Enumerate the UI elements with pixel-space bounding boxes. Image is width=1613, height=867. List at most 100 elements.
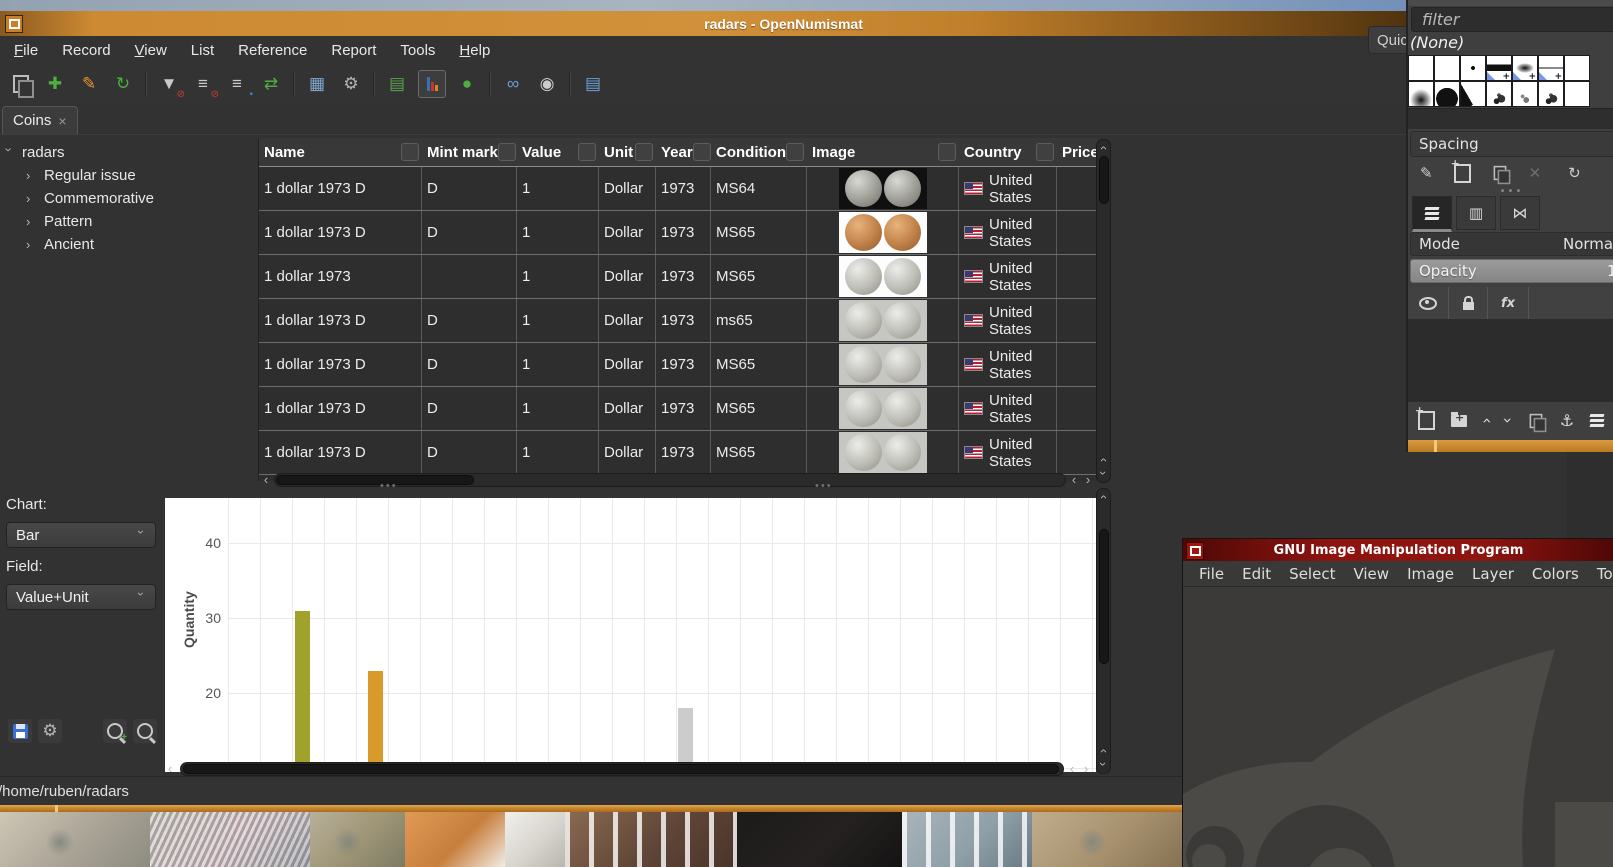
scroll-left-icon[interactable]: ‹ xyxy=(260,474,272,486)
chart-vscrollbar[interactable]: › › › xyxy=(1096,488,1111,774)
column-filter-button[interactable] xyxy=(401,143,419,161)
lock-column-header[interactable] xyxy=(1449,287,1488,320)
add-coin-icon[interactable]: ✚ xyxy=(42,71,68,97)
scroll-left-icon[interactable]: ‹ xyxy=(164,763,176,775)
tab-coins[interactable]: Coins × xyxy=(2,106,78,134)
save-chart-button[interactable] xyxy=(8,719,32,743)
gimp-menu-colors[interactable]: Colors xyxy=(1526,563,1585,585)
undo-icon[interactable]: ↻ xyxy=(110,71,136,97)
scroll-right-icon[interactable]: › xyxy=(1082,474,1094,486)
brush-blank[interactable] xyxy=(1408,55,1434,81)
brush-splatter-light[interactable] xyxy=(1512,81,1538,107)
chart-field-select[interactable]: Value+Unit › xyxy=(6,584,156,610)
tab-close-icon[interactable]: × xyxy=(58,113,66,129)
table-row[interactable]: 1 dollar 1973 DD1Dollar1973MS65United St… xyxy=(259,211,1097,255)
table-row[interactable]: 1 dollar 1973 DD1Dollar1973ms65United St… xyxy=(259,299,1097,343)
duplicate-brush-icon[interactable] xyxy=(1493,166,1506,180)
shuffle-icon[interactable]: ⇄ xyxy=(258,71,284,97)
table-view-icon[interactable]: ▤ xyxy=(384,71,410,97)
gimp-canvas[interactable] xyxy=(1183,587,1613,867)
scroll-down-icon[interactable]: › xyxy=(1097,758,1109,770)
scroll-left-icon[interactable]: ‹ xyxy=(1068,474,1080,486)
column-header-unit[interactable]: Unit xyxy=(599,138,656,166)
column-filter-button[interactable] xyxy=(498,143,516,161)
delete-brush-icon[interactable]: ✕ xyxy=(1529,164,1542,182)
scroll-up-icon[interactable]: › xyxy=(1097,491,1109,503)
duplicate-layer-icon[interactable] xyxy=(1529,413,1542,427)
chevron-collapsed-icon[interactable]: › xyxy=(26,237,36,252)
open-collection-icon[interactable] xyxy=(8,71,34,97)
table-row[interactable]: 1 dollar 1973 DD1Dollar1973MS65United St… xyxy=(259,387,1097,431)
effects-column-header[interactable]: fx xyxy=(1488,287,1529,320)
column-header-mint-mark[interactable]: Mint mark xyxy=(422,138,517,166)
visibility-column-header[interactable] xyxy=(1408,287,1449,320)
gimp-menu-view[interactable]: View xyxy=(1347,563,1395,585)
chart-settings-button[interactable]: ⚙ xyxy=(38,719,62,743)
column-header-image[interactable]: Image xyxy=(807,138,959,166)
refresh-brushes-icon[interactable]: ↻ xyxy=(1568,164,1581,182)
zoom-out-button[interactable] xyxy=(133,719,157,743)
statistics-chart-icon[interactable] xyxy=(418,70,446,98)
brush-block[interactable]: + xyxy=(1486,55,1512,81)
anchor-layer-icon[interactable]: ⚓ xyxy=(1560,411,1574,430)
gimp-menu-edit[interactable]: Edit xyxy=(1236,563,1277,585)
table-row[interactable]: 1 dollar 1973 DD1Dollar1973MS64United St… xyxy=(259,167,1097,211)
chevron-collapsed-icon[interactable]: › xyxy=(26,214,36,229)
column-filter-button[interactable] xyxy=(693,143,711,161)
tab-paths[interactable]: ⋈ xyxy=(1500,196,1540,230)
gimp-menu-file[interactable]: File xyxy=(1193,563,1230,585)
brush-pixel[interactable] xyxy=(1460,55,1486,81)
table-vscrollbar[interactable]: › › › xyxy=(1096,139,1111,483)
scroll-up-icon[interactable]: › xyxy=(1097,454,1109,466)
summary-icon[interactable]: ▤ xyxy=(580,71,606,97)
column-header-name[interactable]: Name xyxy=(259,138,422,166)
table-hscroll-thumb[interactable] xyxy=(276,475,474,485)
menu-reference[interactable]: Reference xyxy=(228,39,317,62)
column-header-value[interactable]: Value xyxy=(517,138,599,166)
tree-item-regular-issue[interactable]: ›Regular issue xyxy=(4,164,254,187)
brush-clip[interactable] xyxy=(1564,55,1590,81)
column-filter-button[interactable] xyxy=(786,143,804,161)
column-filter-button[interactable] xyxy=(578,143,596,161)
brush-splatter-2[interactable] xyxy=(1538,81,1564,107)
new-brush-icon[interactable] xyxy=(1454,164,1471,183)
save-list-icon[interactable]: ≡▪ xyxy=(224,71,250,97)
tree-item-commemorative[interactable]: ›Commemorative xyxy=(4,187,254,210)
brush-soft-blob[interactable] xyxy=(1408,81,1434,107)
table-vscroll-thumb[interactable] xyxy=(1099,156,1109,204)
brush-splatter[interactable] xyxy=(1486,81,1512,107)
brush-filter-input[interactable]: filter xyxy=(1411,7,1613,32)
scroll-up-icon[interactable]: › xyxy=(1097,142,1109,154)
chart-hscrollbar[interactable]: ‹ ‹ › xyxy=(160,761,1096,776)
edit-brush-icon[interactable]: ✎ xyxy=(1420,164,1433,182)
zoom-in-button[interactable]: + xyxy=(103,719,127,743)
brush-blank[interactable] xyxy=(1434,55,1460,81)
gimp-menu-select[interactable]: Select xyxy=(1283,563,1341,585)
column-header-condition[interactable]: Condition xyxy=(711,138,807,166)
new-layer-icon[interactable] xyxy=(1418,411,1435,430)
gimp-menu-image[interactable]: Image xyxy=(1401,563,1460,585)
brush-clip[interactable] xyxy=(1564,81,1590,107)
opennumismat-titlebar[interactable]: radars - OpenNumismat xyxy=(0,11,1567,36)
column-filter-button[interactable] xyxy=(938,143,956,161)
column-header-year[interactable]: Year xyxy=(656,138,711,166)
settings-gear-icon[interactable]: ⚙ xyxy=(338,71,364,97)
brush-circle[interactable] xyxy=(1434,81,1460,107)
menu-record[interactable]: Record xyxy=(52,39,120,62)
table-row[interactable]: 1 dollar 1973 DD1Dollar1973MS65United St… xyxy=(259,343,1097,387)
table-row[interactable]: 1 dollar 19731Dollar1973MS65United State… xyxy=(259,255,1097,299)
brush-claw[interactable] xyxy=(1460,81,1486,107)
sync-icon[interactable]: ∞ xyxy=(500,71,526,97)
tree-item-root[interactable]: ›radars xyxy=(4,141,254,164)
chart-vscroll-thumb[interactable] xyxy=(1099,529,1109,664)
clear-filters-icon[interactable]: ▼⊘ xyxy=(156,71,182,97)
scroll-left-icon[interactable]: ‹ xyxy=(1066,763,1078,775)
layer-list-empty[interactable] xyxy=(1408,319,1613,401)
web-icon[interactable]: ◉ xyxy=(534,71,560,97)
edit-coin-icon[interactable]: ✎ xyxy=(76,71,102,97)
table-row[interactable]: 1 dollar 1973 DD1Dollar1973MS65United St… xyxy=(259,431,1097,475)
layer-opacity-slider[interactable]: Opacity 100.0 xyxy=(1410,259,1613,283)
splitter-grip[interactable]: ••• xyxy=(815,480,833,492)
gimp-window-menu-icon[interactable] xyxy=(1186,542,1204,560)
menu-file[interactable]: File xyxy=(4,39,48,62)
